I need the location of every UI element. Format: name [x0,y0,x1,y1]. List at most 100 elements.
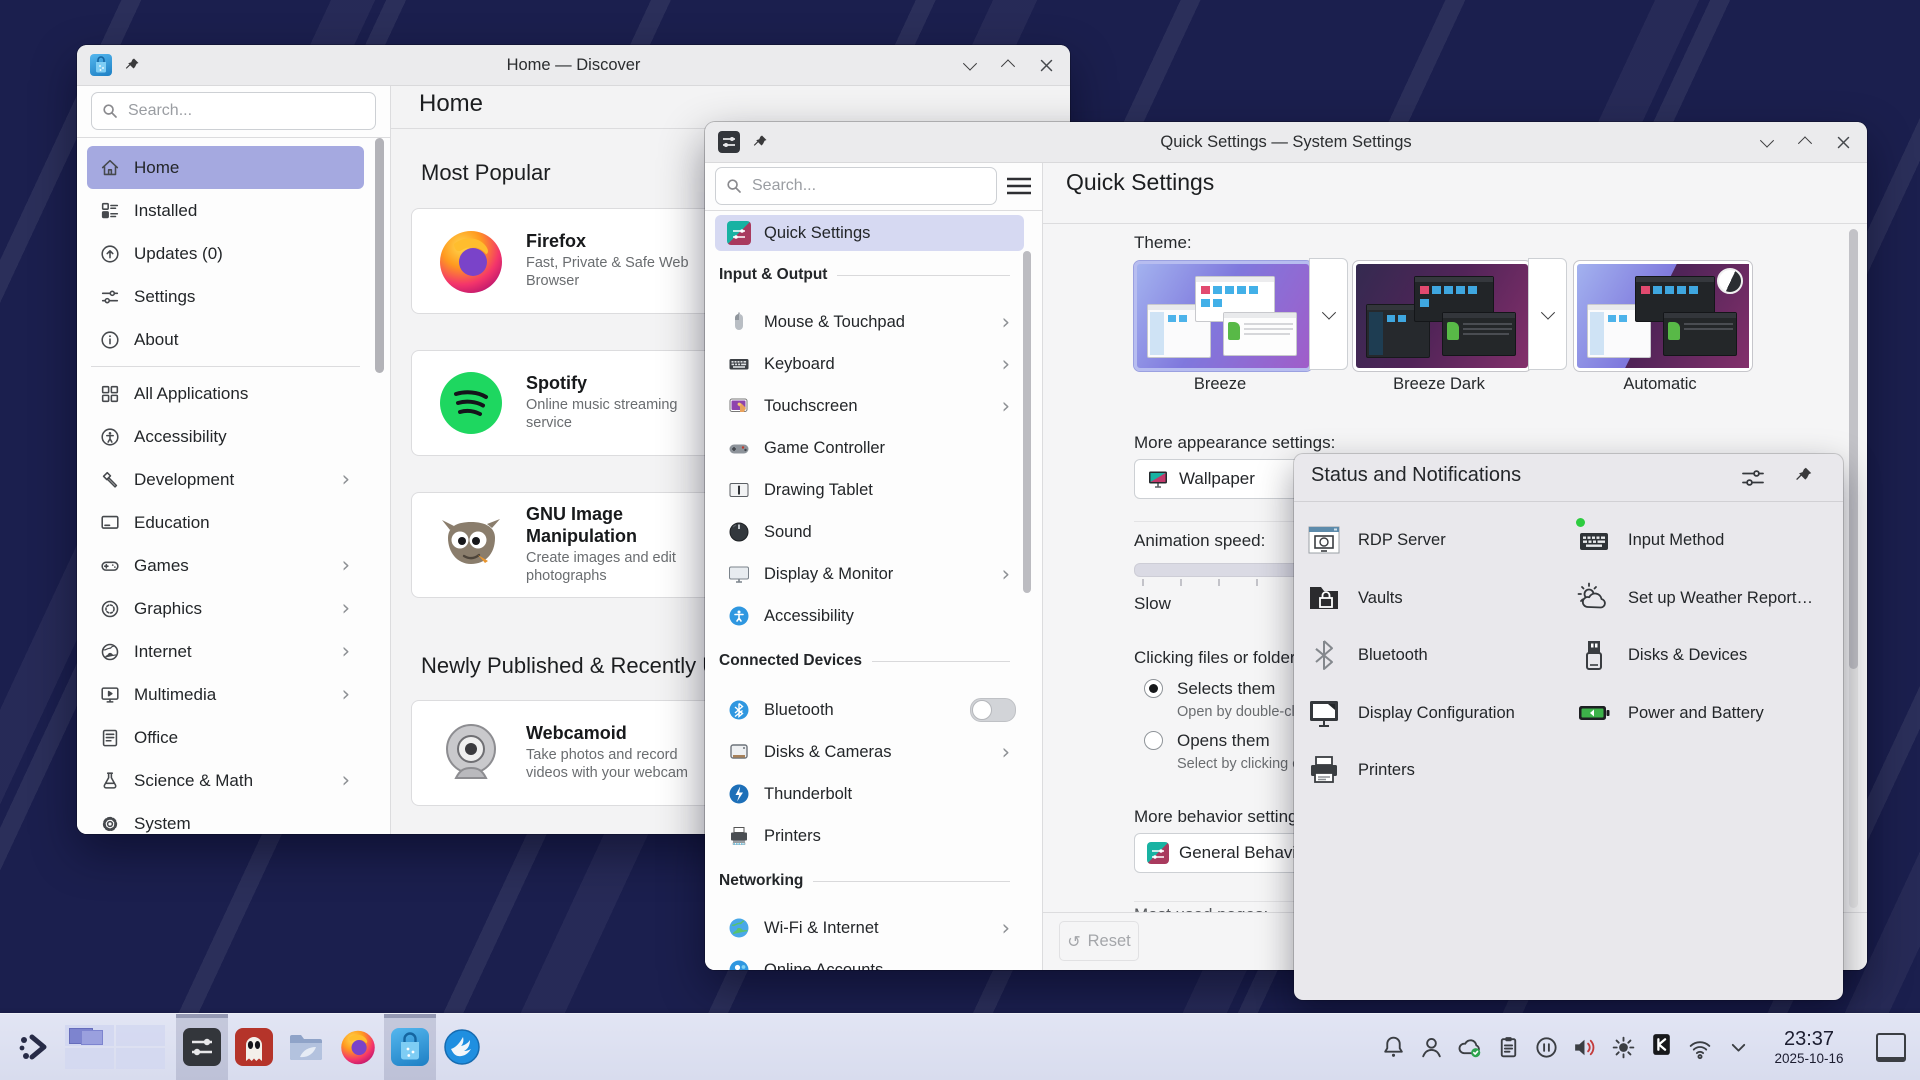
pager-desktop-4[interactable] [116,1048,165,1069]
popup-item-rdp-server[interactable]: RDP Server [1306,520,1446,560]
sidebar-item-office[interactable]: Office [87,716,364,759]
sidebar-item-bluetooth[interactable]: Bluetooth [715,689,1024,731]
sidebar-item-printers[interactable]: Printers [715,815,1024,857]
sidebar-item-label: Wi-Fi & Internet [764,919,989,938]
hamburger-menu-icon[interactable] [1006,176,1032,196]
volume-icon[interactable] [1571,1034,1599,1061]
sidebar-item-science-math[interactable]: Science & Math › [87,759,364,802]
discover-search-input[interactable] [126,101,365,121]
popup-item-power-battery[interactable]: Power and Battery [1576,693,1764,733]
show-desktop-button[interactable] [1876,1033,1906,1062]
sidebar-item-label: Games [134,556,329,576]
sidebar-item-development[interactable]: Development › [87,458,364,501]
popup-item-display-configuration[interactable]: Display Configuration [1306,693,1515,733]
theme-breeze-dropdown[interactable] [1309,258,1348,370]
radio-selects-them[interactable] [1144,679,1163,698]
sidebar-item-education[interactable]: Education [87,501,364,544]
sidebar-item-game-controller[interactable]: Game Controller [715,427,1024,469]
sidebar-item-online-accounts[interactable]: Online Accounts [715,949,1024,970]
maximize-button[interactable] [1000,57,1016,73]
clock[interactable]: 23:37 2025-10-16 [1763,1028,1855,1066]
sidebar-item-settings[interactable]: Settings [87,275,364,318]
syssettings-search-input[interactable] [750,176,986,196]
app-launcher-button[interactable] [8,1014,60,1080]
sidebar-item-thunderbolt[interactable]: Thunderbolt [715,773,1024,815]
sidebar-item-drawing-tablet[interactable]: Drawing Tablet [715,469,1024,511]
pager-desktop-2[interactable] [116,1025,165,1046]
reset-button[interactable]: ↺ Reset [1059,921,1139,961]
sidebar-item-wifi-internet[interactable]: Wi-Fi & Internet› [715,907,1024,949]
theme-card-automatic[interactable] [1574,261,1752,371]
discover-sidebar-scrollbar[interactable] [375,138,384,373]
brightness-icon[interactable] [1610,1034,1637,1061]
sidebar-item-updates[interactable]: Updates (0) [87,232,364,275]
sidebar-item-internet[interactable]: Internet › [87,630,364,673]
sidebar-item-system[interactable]: System [87,802,364,834]
taskbar-system-settings[interactable] [176,1014,228,1080]
sidebar-item-games[interactable]: Games › [87,544,364,587]
pin-icon[interactable] [1794,466,1813,490]
pager-desktop-1[interactable] [65,1025,114,1046]
popup-item-input-method[interactable]: Input Method [1576,520,1724,560]
sidebar-item-mouse-touchpad[interactable]: Mouse & Touchpad› [715,301,1024,343]
syssettings-search[interactable] [715,167,997,205]
popup-item-bluetooth[interactable]: Bluetooth [1306,635,1428,675]
syssettings-sidebar-scrollbar[interactable] [1023,251,1031,593]
sidebar-item-installed[interactable]: Installed [87,189,364,232]
sidebar-item-multimedia[interactable]: Multimedia › [87,673,364,716]
sidebar-item-sound[interactable]: Sound [715,511,1024,553]
taskbar-discover[interactable] [384,1014,436,1080]
popup-item-vaults[interactable]: Vaults [1306,578,1403,618]
sidebar-item-quick-settings[interactable]: Quick Settings [715,215,1024,251]
tray-expand-chevron-icon[interactable] [1725,1034,1752,1061]
sidebar-item-graphics[interactable]: Graphics › [87,587,364,630]
popup-item-label: Input Method [1628,531,1724,550]
accessibility-icon [99,426,121,448]
minimize-button[interactable] [1759,134,1775,150]
notifications-bell-icon[interactable] [1380,1034,1407,1061]
taskbar-firefox[interactable] [332,1014,384,1080]
media-pause-icon[interactable] [1533,1034,1560,1061]
discover-window-title: Home — Discover [77,45,1070,85]
sidebar-item-disks-cameras[interactable]: Disks & Cameras› [715,731,1024,773]
sidebar-item-label: Game Controller [764,439,1016,458]
radio-opens-them[interactable] [1144,731,1163,750]
syssettings-content-scrollbar[interactable] [1849,229,1858,669]
wifi-icon[interactable] [1686,1034,1714,1061]
taskbar-ghostwriter[interactable] [228,1014,280,1080]
clipboard-icon[interactable] [1495,1034,1522,1061]
popup-item-printers[interactable]: Printers [1306,750,1415,790]
close-button[interactable] [1835,134,1851,150]
close-button[interactable] [1038,57,1054,73]
sidebar-item-touchscreen[interactable]: Touchscreen› [715,385,1024,427]
theme-card-breeze[interactable] [1134,261,1312,371]
bluetooth-toggle[interactable] [970,698,1016,722]
sidebar-item-accessibility[interactable]: Accessibility [715,595,1024,637]
popup-item-disks-devices[interactable]: Disks & Devices [1576,635,1747,675]
configure-icon[interactable] [1741,467,1765,489]
user-icon[interactable] [1418,1034,1445,1061]
sidebar-item-accessibility[interactable]: Accessibility [87,415,364,458]
cloud-sync-icon[interactable] [1456,1034,1484,1061]
keyboard-layout-k-icon[interactable] [1648,1031,1675,1063]
taskbar-dolphin[interactable] [280,1014,332,1080]
sidebar-item-display-monitor[interactable]: Display & Monitor› [715,553,1024,595]
discover-search[interactable] [91,92,376,130]
maximize-button[interactable] [1797,134,1813,150]
theme-breeze-dark-dropdown[interactable] [1528,258,1567,370]
popup-item-weather[interactable]: Set up Weather Report… [1576,578,1813,618]
minimize-button[interactable] [962,57,978,73]
general-behavior-icon [1147,842,1169,864]
taskbar-falkon[interactable] [436,1014,488,1080]
falkon-icon [442,1027,482,1067]
app-name: Webcamoid [526,723,711,745]
sidebar-item-home[interactable]: Home [87,146,364,189]
virtual-desktop-pager[interactable] [60,1014,170,1080]
syssettings-titlebar[interactable]: Quick Settings — System Settings [705,122,1867,163]
sidebar-item-all-applications[interactable]: All Applications [87,372,364,415]
theme-card-breeze-dark[interactable] [1353,261,1531,371]
discover-titlebar[interactable]: Home — Discover [77,45,1070,86]
sidebar-item-keyboard[interactable]: Keyboard› [715,343,1024,385]
pager-desktop-3[interactable] [65,1048,114,1069]
sidebar-item-about[interactable]: About [87,318,364,361]
